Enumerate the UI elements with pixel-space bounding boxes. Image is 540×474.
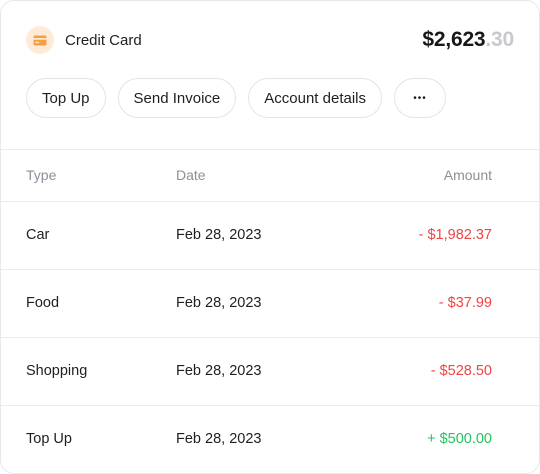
- top-up-button[interactable]: Top Up: [26, 78, 106, 118]
- account-balance: $2,623.30: [422, 28, 514, 52]
- column-header-amount: Amount: [443, 167, 492, 183]
- column-header-date: Date: [176, 167, 206, 183]
- row-amount: - $528.50: [430, 363, 492, 379]
- table-header: Type Date Amount: [26, 167, 492, 185]
- row-date: Feb 28, 2023: [176, 363, 262, 379]
- table-row[interactable]: Car Feb 28, 2023 - $1,982.37: [26, 227, 492, 247]
- row-type: Food: [26, 295, 60, 311]
- row-amount: - $37.99: [438, 295, 492, 311]
- row-divider: [1, 269, 539, 270]
- action-bar: Top Up Send Invoice Account details •••: [26, 78, 446, 118]
- row-amount: + $500.00: [427, 431, 492, 447]
- row-date: Feb 28, 2023: [176, 431, 262, 447]
- row-divider: [1, 337, 539, 338]
- row-date: Feb 28, 2023: [176, 295, 262, 311]
- row-type: Top Up: [26, 431, 72, 447]
- account-card: Credit Card $2,623.30 Top Up Send Invoic…: [0, 0, 540, 474]
- row-date: Feb 28, 2023: [176, 227, 262, 243]
- account-title: Credit Card: [65, 31, 142, 49]
- table-row[interactable]: Top Up Feb 28, 2023 + $500.00: [26, 431, 492, 451]
- send-invoice-button[interactable]: Send Invoice: [117, 78, 237, 118]
- row-type: Shopping: [26, 363, 88, 379]
- table-row[interactable]: Food Feb 28, 2023 - $37.99: [26, 295, 492, 315]
- balance-cents: .30: [485, 28, 514, 51]
- more-dots-icon: •••: [413, 92, 427, 104]
- account-header: Credit Card $2,623.30: [26, 26, 514, 54]
- balance-whole: $2,623: [422, 28, 486, 51]
- more-options-button[interactable]: •••: [394, 78, 446, 118]
- column-header-type: Type: [26, 167, 57, 183]
- header-divider: [1, 149, 539, 150]
- credit-card-icon: [26, 26, 54, 54]
- account-details-button[interactable]: Account details: [248, 78, 382, 118]
- table-row[interactable]: Shopping Feb 28, 2023 - $528.50: [26, 363, 492, 383]
- row-amount: - $1,982.37: [418, 227, 492, 243]
- row-type: Car: [26, 227, 50, 243]
- row-divider: [1, 405, 539, 406]
- table-header-divider: [1, 201, 539, 202]
